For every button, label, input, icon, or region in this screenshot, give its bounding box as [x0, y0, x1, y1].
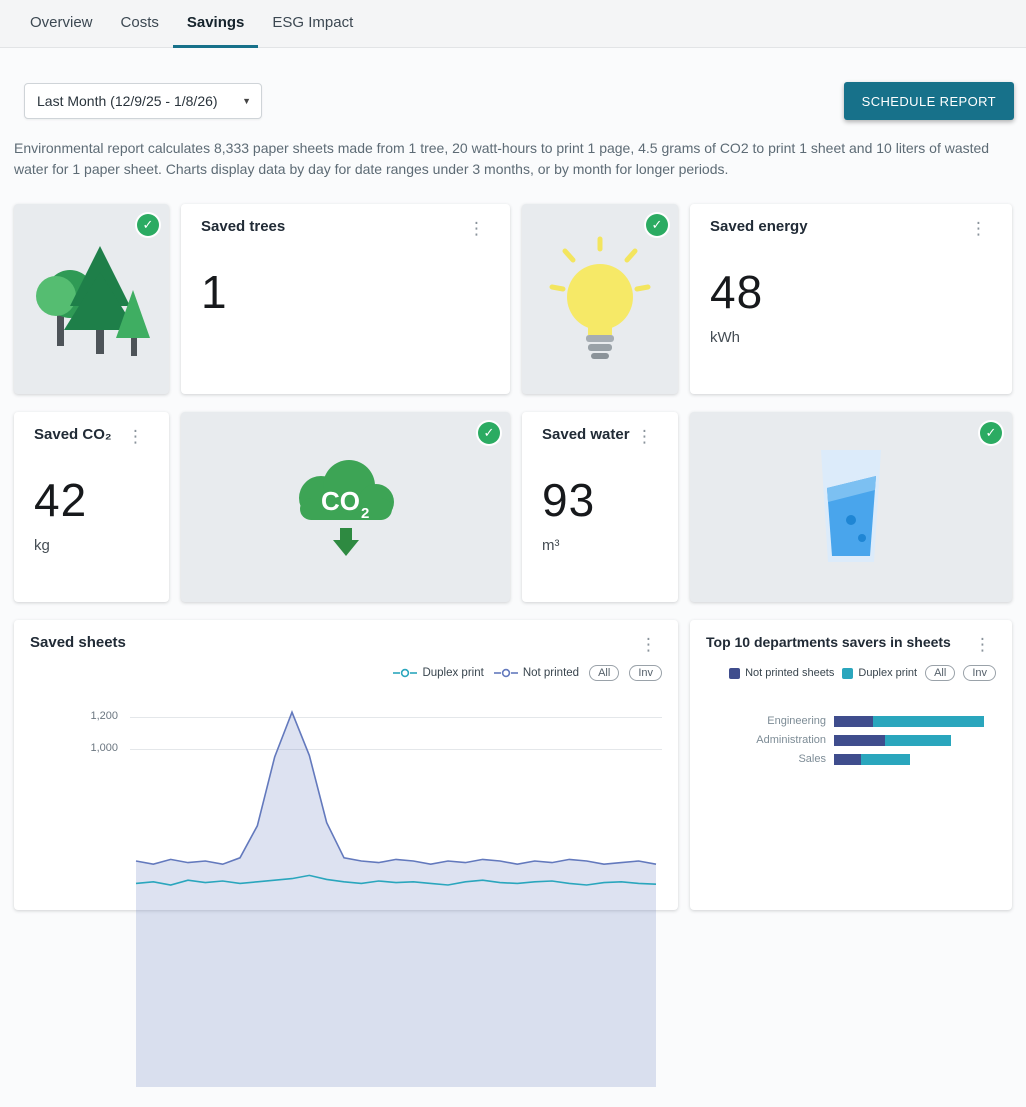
kebab-menu-icon[interactable]: ⋮	[463, 218, 490, 239]
saved-sheets-plot	[130, 707, 662, 1087]
bar-segment	[885, 735, 951, 746]
saved-sheets-card: Saved sheets ⋮ Duplex print Not printed …	[14, 620, 678, 910]
bar-track	[834, 735, 951, 746]
saved-trees-illustration-card: ✓	[14, 204, 169, 394]
water-glass-icon	[803, 444, 899, 570]
sheets-chart-legend: Duplex print Not printed All Inv	[30, 665, 662, 681]
card-title: Saved CO₂	[34, 426, 112, 443]
filter-all-pill[interactable]: All	[925, 665, 955, 681]
co2-cloud-icon: CO 2	[287, 448, 405, 566]
legend-label: Duplex print	[422, 667, 483, 679]
kebab-menu-icon[interactable]: ⋮	[965, 218, 992, 239]
legend-not-printed[interactable]: Not printed	[494, 667, 579, 679]
duplex-print-swatch-icon	[842, 668, 853, 679]
tab-esg-impact[interactable]: ESG Impact	[258, 0, 367, 48]
svg-text:2: 2	[361, 505, 369, 522]
saved-trees-value: 1	[201, 265, 490, 319]
card-title: Saved trees	[201, 218, 285, 235]
bar-segment	[861, 754, 911, 765]
card-title: Top 10 departments savers in sheets	[706, 634, 951, 650]
kebab-menu-icon[interactable]: ⋮	[631, 426, 658, 447]
tab-overview[interactable]: Overview	[16, 0, 107, 48]
departments-chart-legend: Not printed sheets Duplex print All Inv	[706, 665, 996, 681]
saved-co2-value: 42	[34, 473, 149, 527]
not-printed-marker-icon	[494, 668, 518, 678]
lightbulb-icon	[545, 235, 655, 363]
saved-water-card: Saved water ⋮ 93 m³	[522, 412, 678, 602]
card-title: Saved energy	[710, 218, 808, 235]
bar-category-label: Engineering	[706, 715, 834, 727]
report-description: Environmental report calculates 8,333 pa…	[14, 138, 1012, 180]
bar-segment	[834, 716, 873, 727]
check-icon: ✓	[137, 214, 159, 236]
saved-trees-card: Saved trees ⋮ 1	[181, 204, 510, 394]
kebab-menu-icon[interactable]: ⋮	[969, 634, 996, 655]
saved-water-illustration-card: ✓	[690, 412, 1012, 602]
saved-energy-illustration-card: ✓	[522, 204, 678, 394]
bar-segment	[873, 716, 984, 727]
legend-duplex-print[interactable]: Duplex print	[842, 667, 917, 679]
saved-energy-unit: kWh	[710, 329, 992, 346]
legend-label: Duplex print	[858, 667, 917, 679]
saved-energy-card: Saved energy ⋮ 48 kWh	[690, 204, 1012, 394]
tab-savings[interactable]: Savings	[173, 0, 259, 48]
cards-grid: ✓ Saved trees ⋮ 1 ✓	[14, 204, 1012, 910]
filter-inv-pill[interactable]: Inv	[629, 665, 662, 681]
filter-inv-pill[interactable]: Inv	[963, 665, 996, 681]
bar-row: Administration	[706, 734, 996, 746]
bar-segment	[834, 735, 885, 746]
legend-not-printed-sheets[interactable]: Not printed sheets	[729, 667, 834, 679]
not-printed-swatch-icon	[729, 668, 740, 679]
card-title: Saved sheets	[30, 634, 126, 651]
legend-label: Not printed	[523, 667, 579, 679]
saved-energy-value: 48	[710, 265, 992, 319]
report-toolbar: Last Month (12/9/25 - 1/8/26) ▼ SCHEDULE…	[24, 82, 1014, 120]
top-departments-card: Top 10 departments savers in sheets ⋮ No…	[690, 620, 1012, 910]
saved-water-value: 93	[542, 473, 658, 527]
chevron-down-icon: ▼	[242, 96, 251, 106]
bar-track	[834, 716, 984, 727]
check-icon: ✓	[646, 214, 668, 236]
tab-bar: Overview Costs Savings ESG Impact	[0, 0, 1026, 48]
kebab-menu-icon[interactable]: ⋮	[122, 426, 149, 447]
kebab-menu-icon[interactable]: ⋮	[635, 634, 662, 655]
bar-track	[834, 754, 910, 765]
saved-co2-illustration-card: ✓ CO 2	[181, 412, 510, 602]
date-range-select[interactable]: Last Month (12/9/25 - 1/8/26) ▼	[24, 83, 262, 119]
card-title: Saved water	[542, 426, 630, 443]
bar-category-label: Sales	[706, 753, 834, 765]
check-icon: ✓	[478, 422, 500, 444]
filter-all-pill[interactable]: All	[589, 665, 619, 681]
date-range-value: Last Month (12/9/25 - 1/8/26)	[37, 93, 218, 109]
duplex-print-marker-icon	[393, 668, 417, 678]
y-axis-tick: 1,000	[30, 742, 118, 754]
schedule-report-button[interactable]: SCHEDULE REPORT	[844, 82, 1014, 120]
bar-row: Sales	[706, 753, 996, 765]
tab-costs[interactable]: Costs	[107, 0, 173, 48]
saved-sheets-plot-area: 1,200 1,000	[30, 707, 662, 1107]
y-axis-tick: 1,200	[30, 710, 118, 722]
svg-text:CO: CO	[321, 486, 360, 516]
saved-co2-unit: kg	[34, 537, 149, 554]
legend-label: Not printed sheets	[745, 667, 834, 679]
saved-co2-card: Saved CO₂ ⋮ 42 kg	[14, 412, 169, 602]
saved-water-unit: m³	[542, 537, 658, 554]
legend-duplex-print[interactable]: Duplex print	[393, 667, 483, 679]
bar-row: Engineering	[706, 715, 996, 727]
departments-bars: Engineering Administration Sales	[706, 715, 996, 765]
trees-icon	[32, 232, 152, 366]
bar-segment	[834, 754, 861, 765]
check-icon: ✓	[980, 422, 1002, 444]
bar-category-label: Administration	[706, 734, 834, 746]
